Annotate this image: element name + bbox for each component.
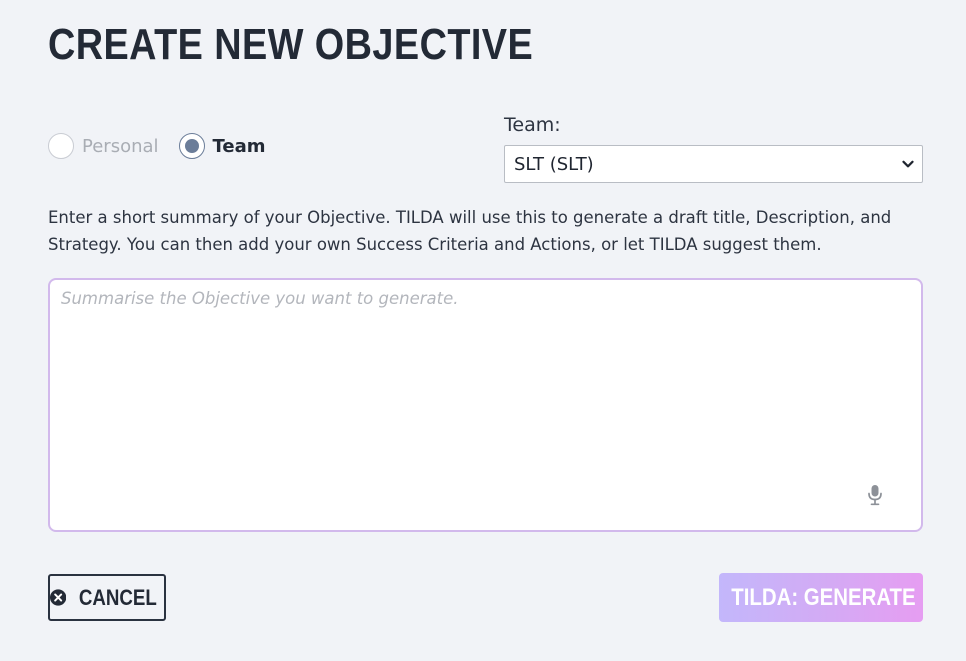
create-objective-page: CREATE NEW OBJECTIVE Personal Team Team:… [0,0,966,661]
radio-personal-circle[interactable] [48,133,74,159]
team-select[interactable]: SLT (SLT) [504,145,923,183]
objective-type-radio-group: Personal Team [48,132,286,160]
tilda-generate-button-label: TILDA: GENERATE [730,583,916,611]
radio-personal-label: Personal [82,135,159,157]
radio-personal[interactable]: Personal [48,133,159,159]
radio-team-circle[interactable] [178,133,205,159]
cancel-button-label: CANCEL [79,584,158,610]
tilda-generate-button[interactable]: TILDA: GENERATE [719,573,923,622]
microphone-icon[interactable] [867,484,883,506]
team-select-label: Team: [504,114,561,136]
summary-textarea-container [48,278,923,532]
radio-team[interactable]: Team [178,133,266,159]
instructions-text: Enter a short summary of your Objective.… [48,208,892,254]
close-circle-icon [50,589,67,606]
cancel-button[interactable]: CANCEL [48,574,166,621]
summary-textarea[interactable] [50,280,921,530]
chevron-down-icon [902,160,914,168]
page-title: CREATE NEW OBJECTIVE [48,20,534,69]
radio-team-label: Team [212,135,266,157]
radio-team-selected-dot [184,139,199,153]
team-select-value: SLT (SLT) [514,153,594,175]
